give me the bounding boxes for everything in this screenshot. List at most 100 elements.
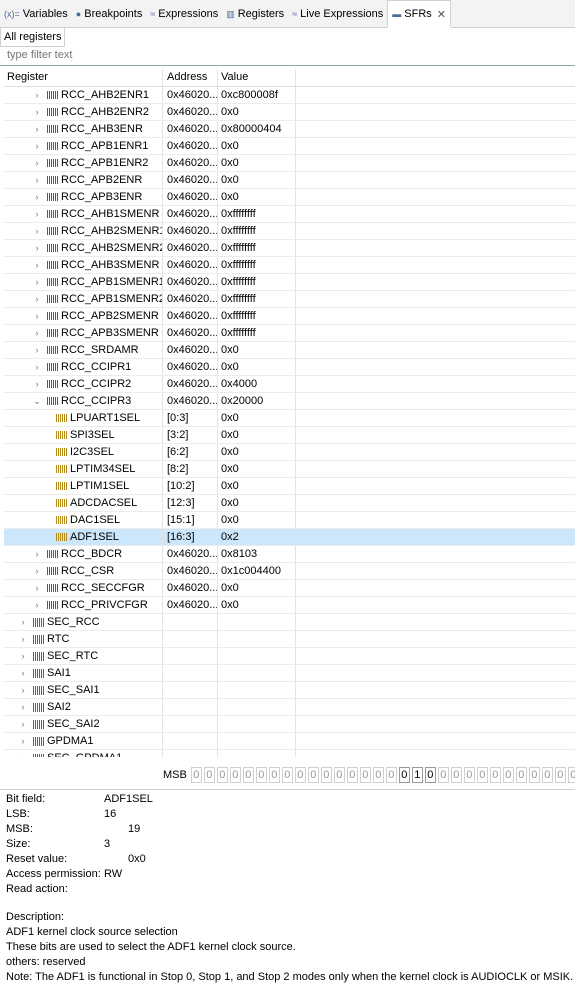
- table-row[interactable]: SPI3SEL [3:2] 0x0: [4, 427, 575, 444]
- bit-cell[interactable]: 0: [216, 767, 228, 783]
- table-row[interactable]: › SEC_RCC: [4, 614, 575, 631]
- expand-arrow-icon[interactable]: ›: [32, 138, 42, 154]
- all-registers-tab[interactable]: All registers: [0, 28, 66, 47]
- table-row[interactable]: › SAI2: [4, 699, 575, 716]
- value-cell[interactable]: 0x0: [218, 427, 296, 443]
- table-row[interactable]: ADF1SEL [16:3] 0x2: [4, 529, 575, 546]
- close-icon[interactable]: ✕: [437, 8, 446, 21]
- value-cell[interactable]: 0xffffffff: [218, 274, 296, 290]
- value-cell[interactable]: 0x0: [218, 495, 296, 511]
- value-cell[interactable]: 0x2: [218, 529, 296, 545]
- address-column-header[interactable]: Address: [163, 69, 218, 86]
- bit-cell[interactable]: 0: [281, 767, 293, 783]
- bit-cell[interactable]: 0: [528, 767, 540, 783]
- table-row[interactable]: › RCC_APB1ENR1 0x46020... 0x0: [4, 138, 575, 155]
- table-row[interactable]: › RCC_APB1ENR2 0x46020... 0x0: [4, 155, 575, 172]
- value-cell[interactable]: 0x0: [218, 478, 296, 494]
- expand-arrow-icon[interactable]: ›: [18, 614, 28, 630]
- bit-cell[interactable]: 0: [502, 767, 514, 783]
- value-cell[interactable]: 0x0: [218, 410, 296, 426]
- register-column-header[interactable]: Register: [4, 69, 163, 86]
- value-cell[interactable]: 0x0: [218, 155, 296, 171]
- table-row[interactable]: › RCC_AHB3ENR 0x46020... 0x80000404: [4, 121, 575, 138]
- expand-arrow-icon[interactable]: ›: [32, 546, 42, 562]
- bit-cell[interactable]: 0: [398, 767, 410, 783]
- table-row[interactable]: › RCC_APB3ENR 0x46020... 0x0: [4, 189, 575, 206]
- table-row[interactable]: I2C3SEL [6:2] 0x0: [4, 444, 575, 461]
- value-cell[interactable]: [218, 631, 296, 647]
- bit-cell[interactable]: 0: [476, 767, 488, 783]
- table-row[interactable]: › RTC: [4, 631, 575, 648]
- filter-input[interactable]: [0, 47, 567, 63]
- table-row[interactable]: › RCC_APB2SMENR 0x46020... 0xffffffff: [4, 308, 575, 325]
- expand-arrow-icon[interactable]: ›: [18, 648, 28, 664]
- table-row[interactable]: › RCC_APB1SMENR2 0x46020... 0xffffffff: [4, 291, 575, 308]
- table-row[interactable]: › RCC_CCIPR1 0x46020... 0x0: [4, 359, 575, 376]
- bit-cell[interactable]: 0: [541, 767, 553, 783]
- bit-cell[interactable]: 0: [203, 767, 215, 783]
- bit-cell[interactable]: 0: [333, 767, 345, 783]
- value-cell[interactable]: 0x0: [218, 138, 296, 154]
- table-row[interactable]: › RCC_SRDAMR 0x46020... 0x0: [4, 342, 575, 359]
- table-row[interactable]: DAC1SEL [15:1] 0x0: [4, 512, 575, 529]
- value-cell[interactable]: 0xffffffff: [218, 325, 296, 341]
- expand-arrow-icon[interactable]: ›: [32, 308, 42, 324]
- value-cell[interactable]: 0xffffffff: [218, 308, 296, 324]
- value-cell[interactable]: 0x0: [218, 342, 296, 358]
- tab-breakpoints[interactable]: ● Breakpoints: [72, 1, 147, 27]
- value-cell[interactable]: 0xc800008f: [218, 87, 296, 103]
- expand-arrow-icon[interactable]: ›: [18, 699, 28, 715]
- value-cell[interactable]: 0x0: [218, 597, 296, 613]
- value-cell[interactable]: [218, 682, 296, 698]
- table-row[interactable]: › GPDMA1: [4, 733, 575, 750]
- bit-cell[interactable]: 0: [385, 767, 397, 783]
- value-cell[interactable]: 0x0: [218, 189, 296, 205]
- value-column-header[interactable]: Value: [218, 69, 296, 86]
- table-row[interactable]: ⌄ RCC_CCIPR3 0x46020... 0x20000: [4, 393, 575, 410]
- value-cell[interactable]: 0x0: [218, 359, 296, 375]
- table-row[interactable]: › RCC_APB1SMENR1 0x46020... 0xffffffff: [4, 274, 575, 291]
- table-row[interactable]: › RCC_APB3SMENR 0x46020... 0xffffffff: [4, 325, 575, 342]
- bit-cell[interactable]: 1: [411, 767, 423, 783]
- table-row[interactable]: › RCC_APB2ENR 0x46020... 0x0: [4, 172, 575, 189]
- table-row[interactable]: LPTIM1SEL [10:2] 0x0: [4, 478, 575, 495]
- expand-arrow-icon[interactable]: ›: [32, 87, 42, 103]
- bit-cell[interactable]: 0: [424, 767, 436, 783]
- tab-sfrs[interactable]: ▬ SFRs ✕: [387, 0, 452, 28]
- expand-arrow-icon[interactable]: ›: [32, 274, 42, 290]
- value-cell[interactable]: 0xffffffff: [218, 257, 296, 273]
- collapse-arrow-icon[interactable]: ⌄: [32, 393, 42, 409]
- bit-cell[interactable]: 0: [450, 767, 462, 783]
- value-cell[interactable]: 0x0: [218, 104, 296, 120]
- expand-arrow-icon[interactable]: ›: [32, 189, 42, 205]
- value-cell[interactable]: [218, 733, 296, 749]
- value-cell[interactable]: 0x80000404: [218, 121, 296, 137]
- value-cell[interactable]: 0xffffffff: [218, 240, 296, 256]
- value-cell[interactable]: 0x20000: [218, 393, 296, 409]
- table-row[interactable]: › RCC_BDCR 0x46020... 0x8103: [4, 546, 575, 563]
- table-row[interactable]: › RCC_SECCFGR 0x46020... 0x0: [4, 580, 575, 597]
- expand-arrow-icon[interactable]: ›: [32, 580, 42, 596]
- tab-expressions[interactable]: ≈ Expressions: [146, 1, 222, 27]
- value-cell[interactable]: 0xffffffff: [218, 223, 296, 239]
- value-cell[interactable]: 0x4000: [218, 376, 296, 392]
- expand-arrow-icon[interactable]: ›: [32, 359, 42, 375]
- table-row[interactable]: LPUART1SEL [0:3] 0x0: [4, 410, 575, 427]
- bit-cell[interactable]: 0: [554, 767, 566, 783]
- bit-cell[interactable]: 0: [359, 767, 371, 783]
- value-cell[interactable]: 0xffffffff: [218, 291, 296, 307]
- bit-cell[interactable]: 0: [372, 767, 384, 783]
- bit-cell[interactable]: 0: [515, 767, 527, 783]
- table-row[interactable]: › RCC_AHB2SMENR2 0x46020... 0xffffffff: [4, 240, 575, 257]
- value-cell[interactable]: [218, 699, 296, 715]
- value-cell[interactable]: [218, 665, 296, 681]
- expand-arrow-icon[interactable]: ›: [32, 291, 42, 307]
- value-cell[interactable]: [218, 648, 296, 664]
- expand-arrow-icon[interactable]: ›: [32, 563, 42, 579]
- value-cell[interactable]: 0x1c004400: [218, 563, 296, 579]
- table-row[interactable]: › SEC_RTC: [4, 648, 575, 665]
- expand-arrow-icon[interactable]: ›: [32, 206, 42, 222]
- table-row[interactable]: › SAI1: [4, 665, 575, 682]
- table-row[interactable]: ADCDACSEL [12:3] 0x0: [4, 495, 575, 512]
- tab-variables[interactable]: (x)= Variables: [0, 1, 72, 27]
